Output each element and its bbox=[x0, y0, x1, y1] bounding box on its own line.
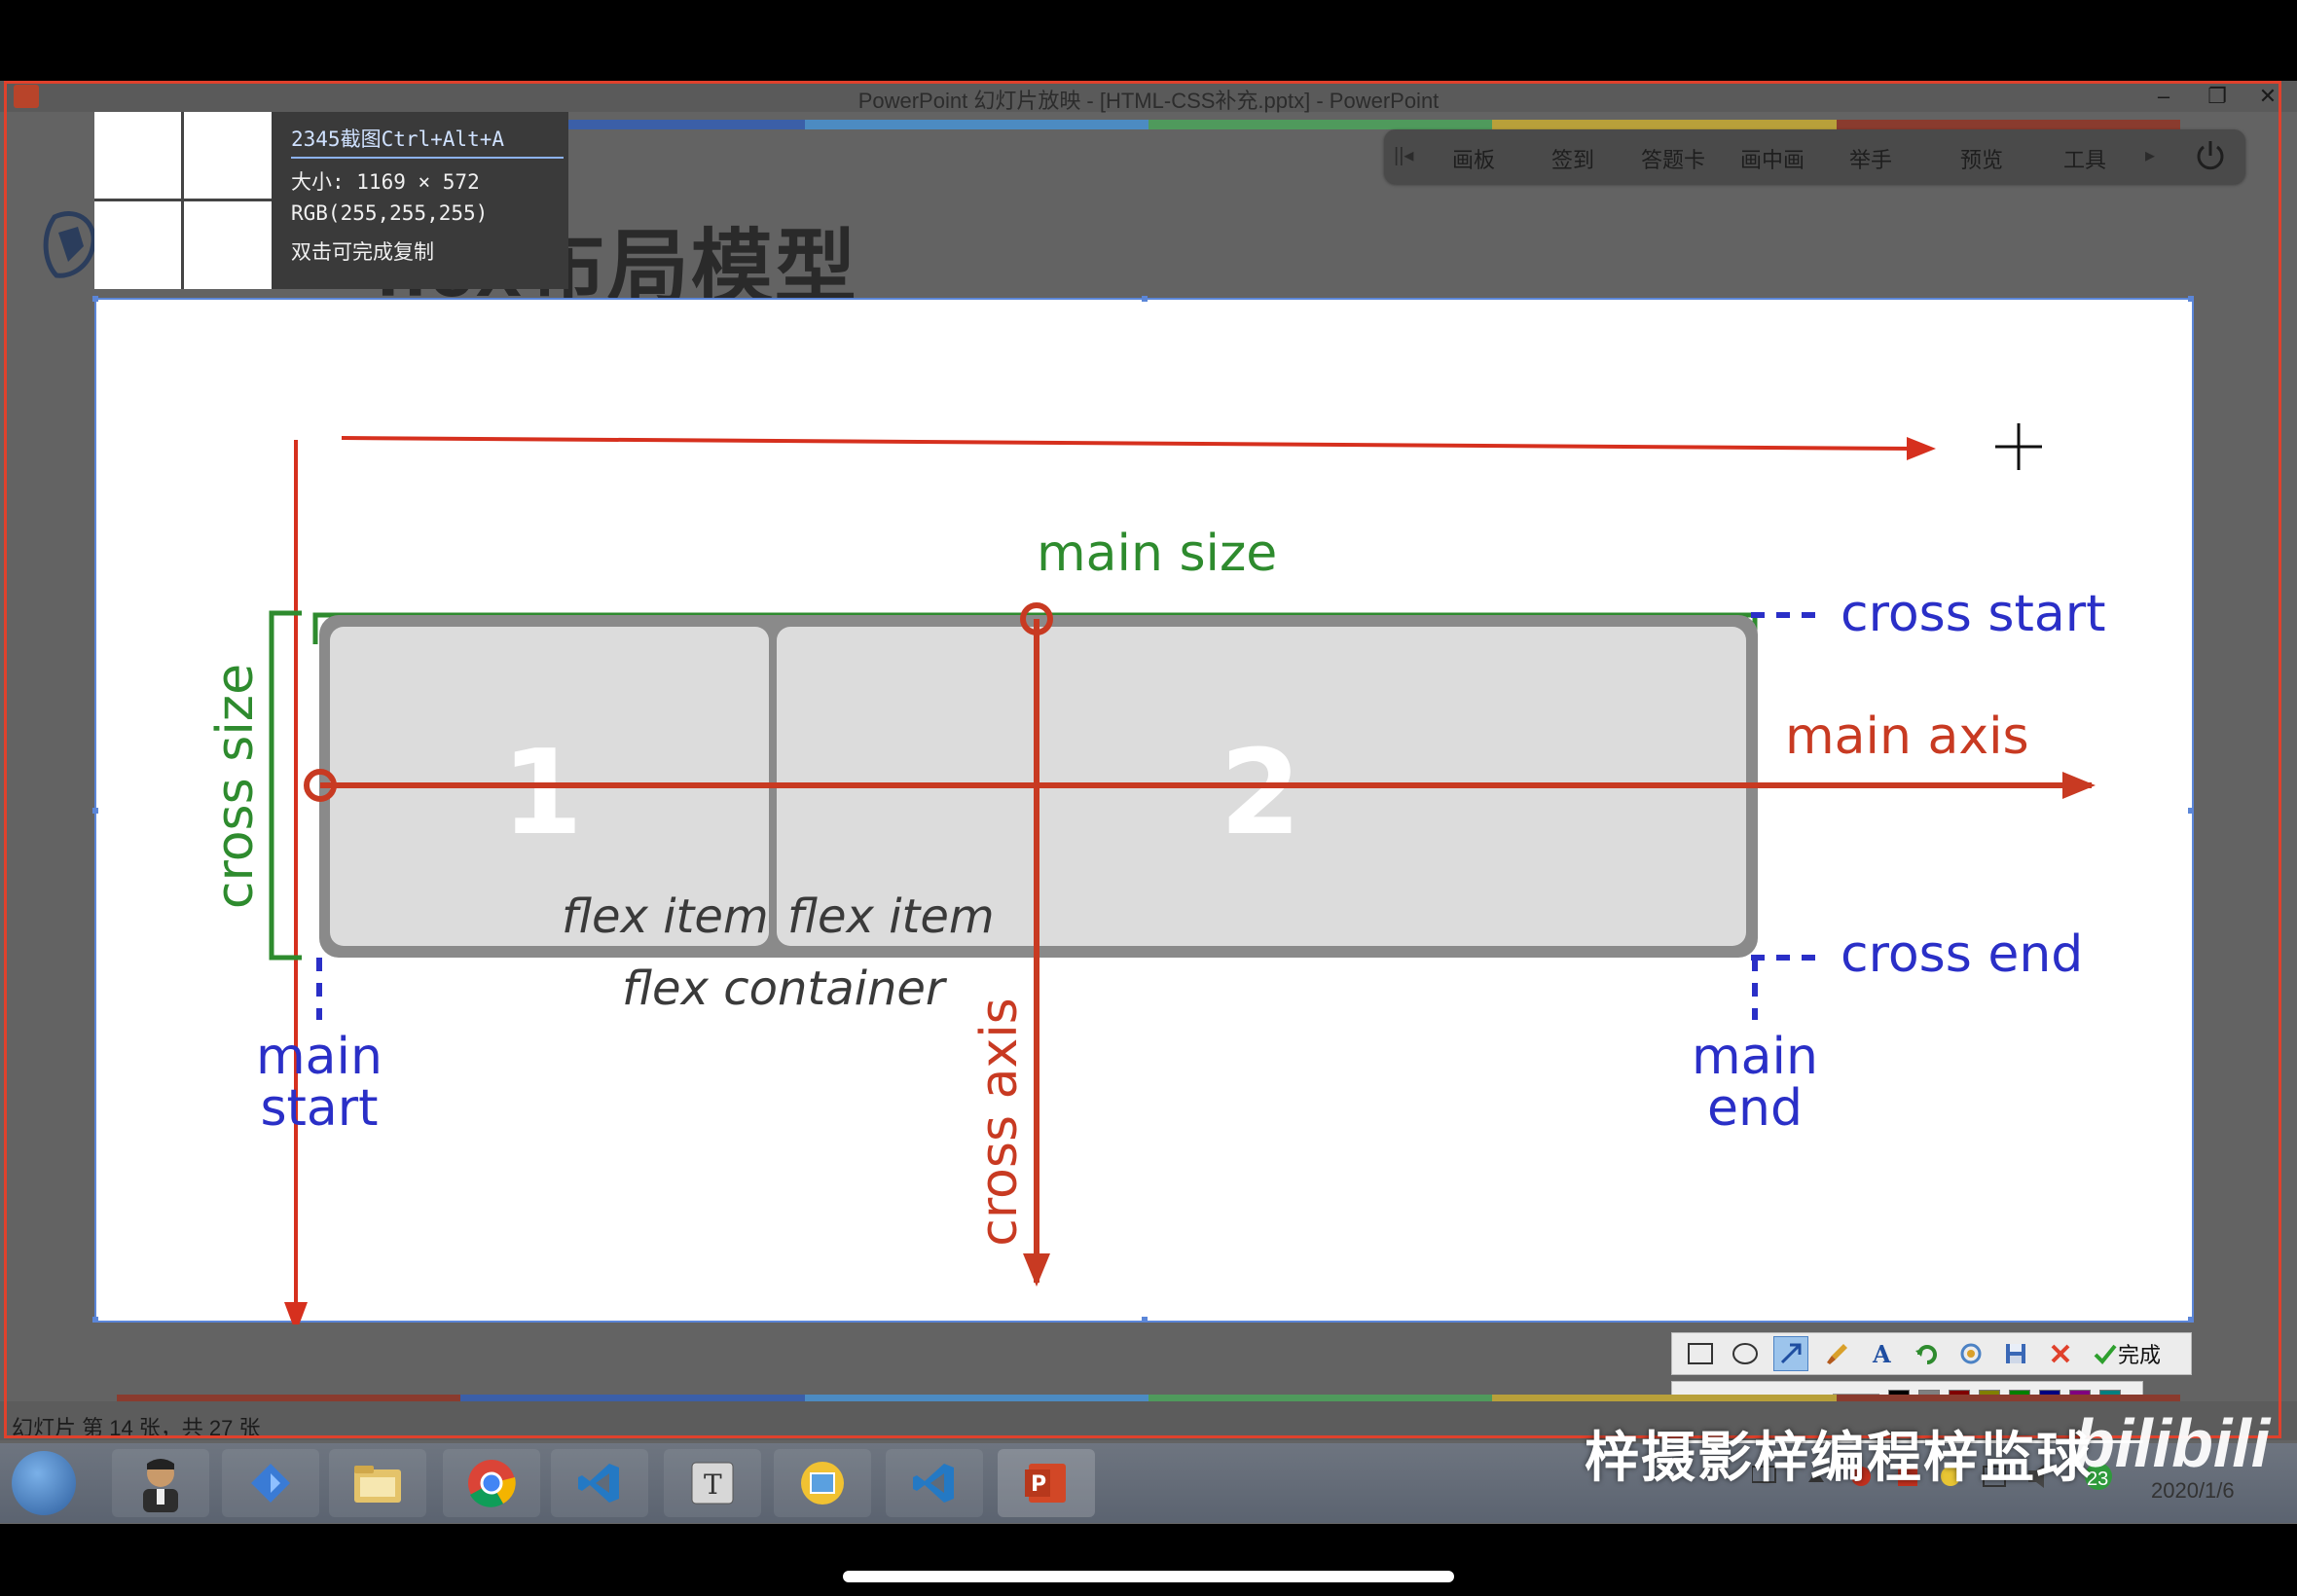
capture-border bbox=[4, 81, 2281, 1438]
svg-text:T: T bbox=[704, 1469, 722, 1501]
svg-text:P: P bbox=[1031, 1472, 1046, 1497]
typora-icon[interactable]: T bbox=[664, 1449, 761, 1517]
screenshot-app-icon[interactable] bbox=[774, 1449, 871, 1517]
chrome-icon[interactable] bbox=[443, 1449, 540, 1517]
user-avatar[interactable] bbox=[112, 1449, 209, 1517]
screen: PowerPoint 幻灯片放映 - [HTML-CSS补充.pptx] - P… bbox=[0, 81, 2297, 1524]
home-indicator[interactable] bbox=[843, 1571, 1454, 1582]
vscode-icon[interactable] bbox=[551, 1449, 648, 1517]
kite-app-icon[interactable] bbox=[222, 1449, 319, 1517]
start-orb[interactable] bbox=[12, 1451, 76, 1515]
watermark-text: 梓摄影梓编程梓监球 bbox=[1585, 1427, 2093, 1488]
powerpoint-icon[interactable]: P bbox=[998, 1449, 1095, 1517]
bilibili-logo: bilibili bbox=[2073, 1405, 2271, 1481]
vscode-icon-2[interactable] bbox=[886, 1449, 983, 1517]
file-explorer-icon[interactable] bbox=[329, 1449, 426, 1517]
